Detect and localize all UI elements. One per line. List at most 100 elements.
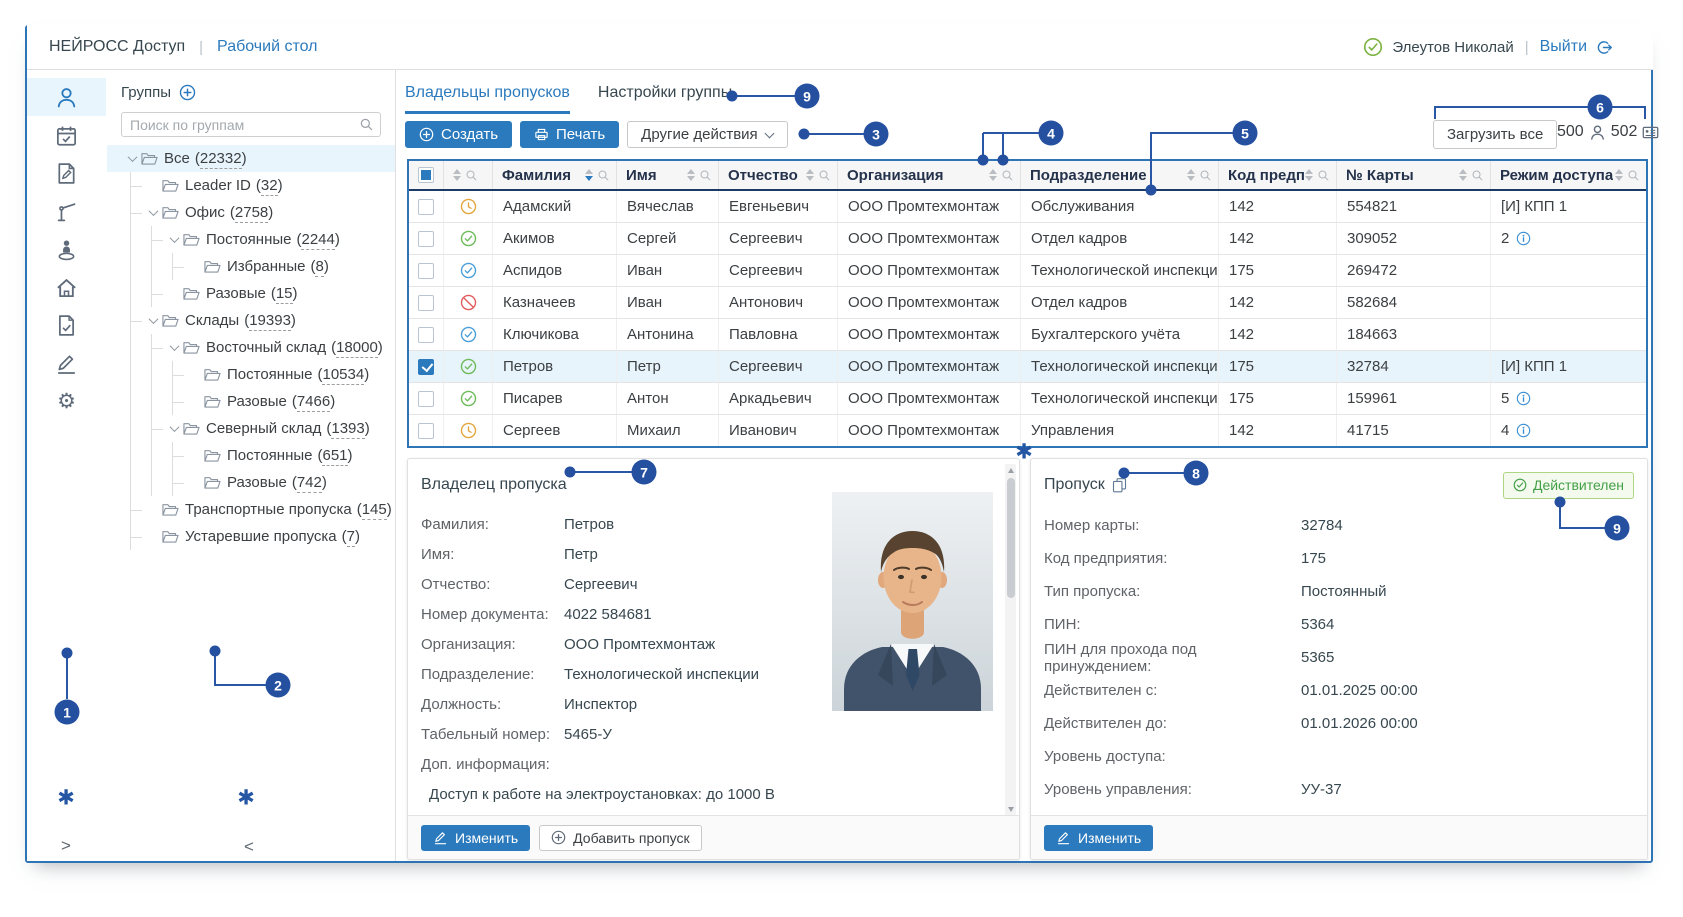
groups-collapse-toggle[interactable]: < xyxy=(244,837,254,857)
search-icon[interactable] xyxy=(359,117,374,132)
select-all-checkbox[interactable] xyxy=(418,167,434,183)
sidebar-item-settings[interactable]: ⚙ xyxy=(27,382,106,420)
row-checkbox[interactable] xyxy=(418,327,434,343)
tree-item[interactable]: Все22332 xyxy=(107,145,395,172)
callout-5: 5 xyxy=(1233,121,1258,146)
column-organization[interactable]: Организация xyxy=(838,161,1021,189)
chevron-down-icon[interactable] xyxy=(165,421,183,437)
chevron-down-icon[interactable] xyxy=(123,151,141,167)
sidebar-item-visitors[interactable] xyxy=(27,230,106,268)
row-checkbox[interactable] xyxy=(418,423,434,439)
row-checkbox[interactable] xyxy=(418,391,434,407)
scroll-down-icon[interactable] xyxy=(1008,807,1014,812)
group-search-input[interactable] xyxy=(121,112,381,137)
sort-icon[interactable] xyxy=(585,169,593,181)
desktop-link[interactable]: Рабочий стол xyxy=(217,38,317,56)
table-row[interactable]: КлючиковаАнтонинаПавловнаООО Промтехмонт… xyxy=(409,319,1646,351)
chevron-placeholder xyxy=(144,178,162,194)
search-icon[interactable] xyxy=(699,169,712,182)
sidebar-expand-toggle[interactable]: > xyxy=(61,836,71,856)
column-lastname[interactable]: Фамилия xyxy=(493,161,617,189)
table-row[interactable]: КазначеевИванАнтоновичООО ПромтехмонтажО… xyxy=(409,287,1646,319)
tree-item[interactable]: Разовые7466 xyxy=(107,388,395,415)
chevron-down-icon[interactable] xyxy=(165,232,183,248)
edit-owner-button[interactable]: Изменить xyxy=(421,825,530,851)
sort-icon[interactable] xyxy=(687,169,695,181)
tab-group-settings[interactable]: Настройки группы xyxy=(598,84,732,114)
tree-item[interactable]: Разовые15 xyxy=(107,280,395,307)
sidebar-item-edit[interactable] xyxy=(27,344,106,382)
tree-item[interactable]: Транспортные пропуска145 xyxy=(107,496,395,523)
search-icon[interactable] xyxy=(465,169,478,182)
sort-icon[interactable] xyxy=(453,169,461,181)
sort-icon[interactable] xyxy=(989,169,997,181)
sidebar-item-schedule[interactable] xyxy=(27,116,106,154)
sidebar-item-home[interactable] xyxy=(27,268,106,306)
sidebar-item-documents[interactable] xyxy=(27,306,106,344)
search-icon[interactable] xyxy=(818,169,831,182)
tree-item[interactable]: Офис2758 xyxy=(107,199,395,226)
sort-icon[interactable] xyxy=(1615,169,1623,181)
sidebar-item-requests[interactable] xyxy=(27,154,106,192)
sort-icon[interactable] xyxy=(806,169,814,181)
tree-item[interactable]: Постоянные651 xyxy=(107,442,395,469)
add-group-icon[interactable] xyxy=(179,84,196,101)
column-access-mode[interactable]: Режим доступа xyxy=(1491,161,1646,189)
row-checkbox[interactable] xyxy=(418,263,434,279)
info-icon[interactable] xyxy=(1516,391,1531,406)
search-icon[interactable] xyxy=(1471,169,1484,182)
column-middlename[interactable]: Отчество xyxy=(719,161,838,189)
tree-item[interactable]: Северный склад1393 xyxy=(107,415,395,442)
scrollbar-thumb[interactable] xyxy=(1007,478,1015,598)
sidebar-item-checkpoint[interactable] xyxy=(27,192,106,230)
column-status[interactable] xyxy=(444,161,493,189)
column-card-number[interactable]: № Карты xyxy=(1337,161,1491,189)
load-all-button[interactable]: Загрузить все xyxy=(1433,120,1557,149)
tree-item[interactable]: Устаревшие пропуска7 xyxy=(107,523,395,550)
sort-icon[interactable] xyxy=(1459,169,1467,181)
row-checkbox[interactable] xyxy=(418,231,434,247)
copy-cards-icon[interactable] xyxy=(1112,477,1127,493)
search-icon[interactable] xyxy=(597,169,610,182)
info-icon[interactable] xyxy=(1516,231,1531,246)
row-checkbox-checked[interactable] xyxy=(418,359,434,375)
print-button[interactable]: Печать xyxy=(520,121,619,148)
tree-item[interactable]: Разовые742 xyxy=(107,469,395,496)
sort-icon[interactable] xyxy=(1305,169,1313,181)
table-row-selected[interactable]: ПетровПетрСергеевичООО ПромтехмонтажТехн… xyxy=(409,351,1646,383)
search-icon[interactable] xyxy=(1001,169,1014,182)
row-checkbox[interactable] xyxy=(418,199,434,215)
chevron-down-icon[interactable] xyxy=(165,340,183,356)
sort-icon[interactable] xyxy=(1187,169,1195,181)
column-company-code[interactable]: Код предпр xyxy=(1219,161,1337,189)
logout-icon[interactable] xyxy=(1596,39,1613,56)
tree-item[interactable]: Восточный склад18000 xyxy=(107,334,395,361)
more-actions-button[interactable]: Другие действия xyxy=(627,121,788,148)
scroll-up-icon[interactable] xyxy=(1008,468,1014,473)
add-pass-button[interactable]: Добавить пропуск xyxy=(539,825,701,851)
table-row[interactable]: ПисаревАнтонАркадьевичООО ПромтехмонтажТ… xyxy=(409,383,1646,415)
edit-pass-button[interactable]: Изменить xyxy=(1044,825,1153,851)
info-icon[interactable] xyxy=(1516,423,1531,438)
search-icon[interactable] xyxy=(1199,169,1212,182)
table-row[interactable]: АспидовИванСергеевичООО ПромтехмонтажТех… xyxy=(409,255,1646,287)
tree-item[interactable]: Постоянные2244 xyxy=(107,226,395,253)
tree-item[interactable]: Избранные8 xyxy=(107,253,395,280)
table-row[interactable]: АдамскийВячеславЕвгеньевичООО Промтехмон… xyxy=(409,191,1646,223)
owner-panel-scrollbar[interactable] xyxy=(1005,464,1016,816)
chevron-down-icon[interactable] xyxy=(144,205,162,221)
logout-link[interactable]: Выйти xyxy=(1540,38,1587,56)
tree-item[interactable]: Склады19393 xyxy=(107,307,395,334)
tree-item[interactable]: Постоянные10534 xyxy=(107,361,395,388)
search-icon[interactable] xyxy=(1627,169,1640,182)
table-row[interactable]: АкимовСергейСергеевичООО ПромтехмонтажОт… xyxy=(409,223,1646,255)
tree-item[interactable]: Leader ID32 xyxy=(107,172,395,199)
column-department[interactable]: Подразделение xyxy=(1021,161,1219,189)
search-icon[interactable] xyxy=(1317,169,1330,182)
chevron-down-icon[interactable] xyxy=(144,313,162,329)
column-firstname[interactable]: Имя xyxy=(617,161,719,189)
tab-pass-owners[interactable]: Владельцы пропусков xyxy=(405,84,570,114)
row-checkbox[interactable] xyxy=(418,295,434,311)
sidebar-item-pass-owners[interactable] xyxy=(27,78,106,116)
create-button[interactable]: Создать xyxy=(405,121,512,148)
